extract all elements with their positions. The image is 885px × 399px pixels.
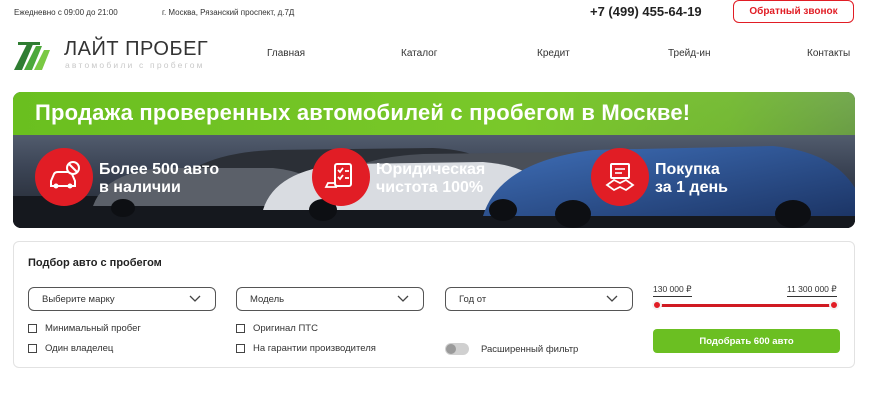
model-select-value: Модель: [250, 293, 285, 305]
working-hours: Ежедневно с 09:00 до 21:00: [14, 8, 118, 17]
checkbox-manufacturer-warranty[interactable]: На гарантии производителя: [236, 343, 376, 354]
checkbox-label: На гарантии производителя: [253, 343, 376, 354]
checkbox-label: Оригинал ПТС: [253, 323, 318, 334]
nav-item-credit[interactable]: Кредит: [537, 48, 570, 59]
checkbox[interactable]: [236, 324, 245, 333]
model-select[interactable]: Модель: [236, 287, 424, 311]
brand-select-value: Выберите марку: [42, 293, 115, 305]
address: г. Москва, Рязанский проспект, д.7Д: [162, 8, 295, 17]
logo-icon: [14, 42, 50, 70]
callback-button[interactable]: Обратный звонок: [733, 0, 854, 23]
year-from-select[interactable]: Год от: [445, 287, 633, 311]
logo[interactable]: ЛАЙТ ПРОБЕГ автомобили с пробегом: [14, 38, 224, 72]
car-icon: [35, 148, 93, 206]
toggle-switch[interactable]: [445, 343, 469, 355]
chevron-down-icon: [189, 295, 201, 302]
top-info-bar: Ежедневно с 09:00 до 21:00 г. Москва, Ря…: [0, 0, 885, 28]
feature-line2: чистота 100%: [376, 179, 484, 196]
checkbox-label: Минимальный пробег: [45, 323, 141, 334]
checkbox-label: Один владелец: [45, 343, 114, 354]
brand-select[interactable]: Выберите марку: [28, 287, 216, 311]
banner-title: Продажа проверенных автомобилей с пробег…: [35, 100, 691, 125]
handshake-icon: [591, 148, 649, 206]
nav-item-contacts[interactable]: Контакты: [807, 48, 850, 59]
year-select-value: Год от: [459, 293, 487, 305]
feature-line2: в наличии: [99, 179, 181, 196]
nav-item-catalog[interactable]: Каталог: [401, 48, 437, 59]
price-range-max-handle[interactable]: [829, 300, 839, 310]
toggle-label: Расширенный фильтр: [481, 343, 579, 355]
phone-number[interactable]: +7 (499) 455-64-19: [590, 4, 702, 19]
feature-text: Покупка за 1 день: [655, 161, 728, 197]
feature-line2: за 1 день: [655, 179, 728, 196]
feature-text: Юридическая чистота 100%: [376, 161, 485, 197]
find-cars-button[interactable]: Подобрать 600 авто: [653, 329, 840, 353]
promo-banner: Продажа проверенных автомобилей с пробег…: [13, 92, 855, 228]
feature-text: Более 500 авто в наличии: [99, 161, 219, 197]
checkbox[interactable]: [28, 344, 37, 353]
checkbox-one-owner[interactable]: Один владелец: [28, 343, 113, 354]
nav-item-trade-in[interactable]: Трейд-ин: [668, 48, 711, 59]
checkbox[interactable]: [28, 324, 37, 333]
price-range-track[interactable]: [657, 304, 837, 307]
checkbox[interactable]: [236, 344, 245, 353]
price-range-min-handle[interactable]: [652, 300, 662, 310]
checkbox-original-pts[interactable]: Оригинал ПТС: [236, 323, 318, 334]
price-min[interactable]: 130 000 ₽: [653, 284, 692, 297]
checkbox-min-mileage[interactable]: Минимальный пробег: [28, 323, 141, 334]
logo-title: ЛАЙТ ПРОБЕГ: [64, 38, 209, 60]
logo-subtitle: автомобили с пробегом: [65, 60, 205, 70]
toggle-knob: [446, 344, 456, 354]
extended-filter-toggle[interactable]: Расширенный фильтр: [445, 343, 578, 355]
chevron-down-icon: [606, 295, 618, 302]
car-filter-panel: Подбор авто с пробегом Выберите марку Мо…: [13, 241, 855, 368]
filter-title: Подбор авто с пробегом: [28, 257, 162, 269]
feature-line1: Покупка: [655, 161, 720, 178]
checklist-icon: [312, 148, 370, 206]
feature-line1: Юридическая: [376, 161, 486, 178]
chevron-down-icon: [397, 295, 409, 302]
feature-line1: Более 500 авто: [99, 161, 220, 178]
nav-item-home[interactable]: Главная: [267, 48, 305, 59]
price-max[interactable]: 11 300 000 ₽: [787, 284, 837, 297]
